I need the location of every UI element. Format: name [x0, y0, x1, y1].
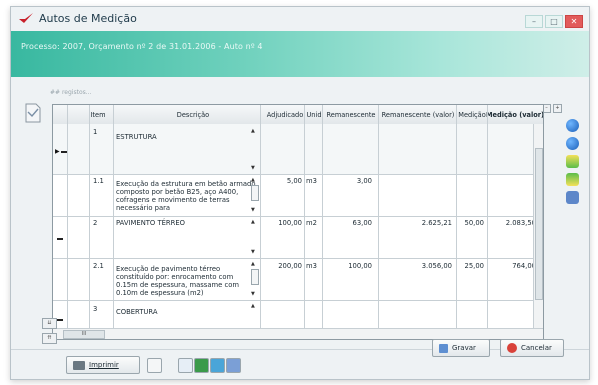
move-down-icon[interactable]	[566, 173, 579, 186]
cell-item: 2	[93, 219, 98, 227]
grid-top-controls: – +	[542, 104, 562, 113]
cell-remanescente: 100,00	[348, 262, 372, 270]
cell-descricao: Execução da estrutura em betão armado co…	[116, 180, 256, 212]
info-alt-icon[interactable]	[566, 137, 579, 150]
scroll-up-icon[interactable]: ▲	[251, 261, 255, 267]
cell-medicao: 25,00	[464, 262, 484, 270]
col-medicao-valor[interactable]: Medição (valor)	[486, 105, 543, 124]
cell-remanescente: 63,00	[352, 219, 372, 227]
word-icon[interactable]	[226, 358, 241, 373]
minimize-icon[interactable]: –	[525, 15, 543, 28]
document-icon	[25, 103, 41, 123]
col-unid[interactable]: Unid	[305, 105, 323, 124]
edit-icon[interactable]	[566, 191, 579, 204]
scroll-up-icon[interactable]: ▲	[251, 128, 255, 134]
maximize-icon[interactable]: □	[545, 15, 563, 28]
collapse-icon[interactable]	[61, 151, 67, 153]
cell-adjudicado: 200,00	[278, 262, 302, 270]
cell-item: 2.1	[93, 262, 104, 270]
scroll-up-icon[interactable]: ▲	[251, 303, 255, 309]
scroll-down-icon[interactable]: ▼	[251, 207, 255, 213]
window-controls: – □ ✕	[525, 15, 583, 28]
printer-icon	[73, 360, 85, 370]
cell-medicao-valor: 764,00	[512, 262, 536, 270]
cell-unid: m2	[306, 219, 317, 227]
cell-medicao: 50,00	[464, 219, 484, 227]
save-button[interactable]: Gravar	[432, 339, 490, 357]
col-descricao[interactable]: Descrição	[113, 105, 273, 124]
cancel-icon	[507, 343, 517, 353]
expand-all-icon[interactable]: ⇊	[42, 318, 57, 329]
print-button[interactable]: Imprimir	[66, 356, 140, 374]
cell-item: 1.1	[93, 177, 104, 185]
preview-icon[interactable]	[147, 358, 162, 373]
scroll-down-icon[interactable]: ▼	[251, 249, 255, 255]
cell-adjudicado: 100,00	[278, 219, 302, 227]
cell-scrollbar[interactable]	[251, 185, 259, 201]
cell-descricao: COBERTURA	[116, 308, 158, 316]
table-row[interactable]	[53, 124, 543, 175]
col-remanescente-valor[interactable]: Remanescente (valor)	[379, 105, 457, 124]
save-label: Gravar	[452, 344, 476, 352]
col-item[interactable]: Item	[89, 105, 107, 124]
cell-descricao: ESTRUTURA	[116, 133, 157, 141]
cell-descricao: PAVIMENTO TÉRREO	[116, 219, 185, 227]
cell-remanescente-valor: 2.625,21	[421, 219, 452, 227]
current-row-indicator-icon: ▶	[55, 148, 60, 155]
cell-scrollbar[interactable]	[251, 269, 259, 285]
cell-item: 1	[93, 128, 98, 136]
cell-remanescente-valor: 3.056,00	[421, 262, 452, 270]
cell-adjudicado: 5,00	[286, 177, 302, 185]
collapse-all-icon[interactable]: ⇈	[42, 333, 57, 344]
measurement-grid: Item Descrição Adjudicado Unid Remanesce…	[52, 104, 544, 340]
move-up-icon[interactable]	[566, 155, 579, 168]
records-label: ## registos...	[50, 89, 92, 96]
scroll-thumb[interactable]: III	[63, 330, 105, 339]
collapse-icon[interactable]	[57, 238, 63, 240]
cell-unid: m3	[306, 177, 317, 185]
scroll-up-icon[interactable]: ▲	[251, 219, 255, 225]
info-icon[interactable]	[566, 119, 579, 132]
title-bar: Autos de Medição	[11, 7, 589, 29]
scroll-down-icon[interactable]: ▼	[251, 165, 255, 171]
cell-remanescente: 3,00	[356, 177, 372, 185]
save-icon	[439, 343, 448, 353]
app-logo-icon	[19, 13, 33, 23]
header-band	[11, 31, 589, 77]
cancel-label: Cancelar	[521, 344, 552, 352]
col-adjudicado[interactable]: Adjudicado	[261, 105, 309, 124]
web-icon[interactable]	[210, 358, 225, 373]
close-icon[interactable]: ✕	[565, 15, 583, 28]
collapse-icon[interactable]	[57, 319, 63, 321]
cell-unid: m3	[306, 262, 317, 270]
scroll-thumb[interactable]	[535, 148, 543, 300]
scroll-down-icon[interactable]: ▼	[251, 291, 255, 297]
side-toolbar	[566, 119, 579, 204]
col-medicao[interactable]: Medição	[456, 105, 488, 124]
export-icon[interactable]	[178, 358, 193, 373]
process-info: Processo: 2007, Orçamento nº 2 de 31.01.…	[21, 42, 263, 51]
cell-medicao-valor: 2.083,50	[505, 219, 536, 227]
grid-header: Item Descrição Adjudicado Unid Remanesce…	[53, 105, 543, 125]
excel-icon[interactable]	[194, 358, 209, 373]
print-label: Imprimir	[89, 361, 119, 369]
plus-icon[interactable]: +	[553, 104, 562, 113]
cell-item: 3	[93, 305, 98, 313]
cancel-button[interactable]: Cancelar	[500, 339, 564, 357]
window-title: Autos de Medição	[39, 11, 137, 25]
cell-descricao: Execução de pavimento térreo constituído…	[116, 265, 239, 297]
vertical-scrollbar[interactable]	[533, 124, 543, 329]
scroll-up-icon[interactable]: ▲	[251, 177, 255, 183]
horizontal-scrollbar[interactable]: III	[53, 328, 543, 339]
col-remanescente[interactable]: Remanescente	[323, 105, 379, 124]
